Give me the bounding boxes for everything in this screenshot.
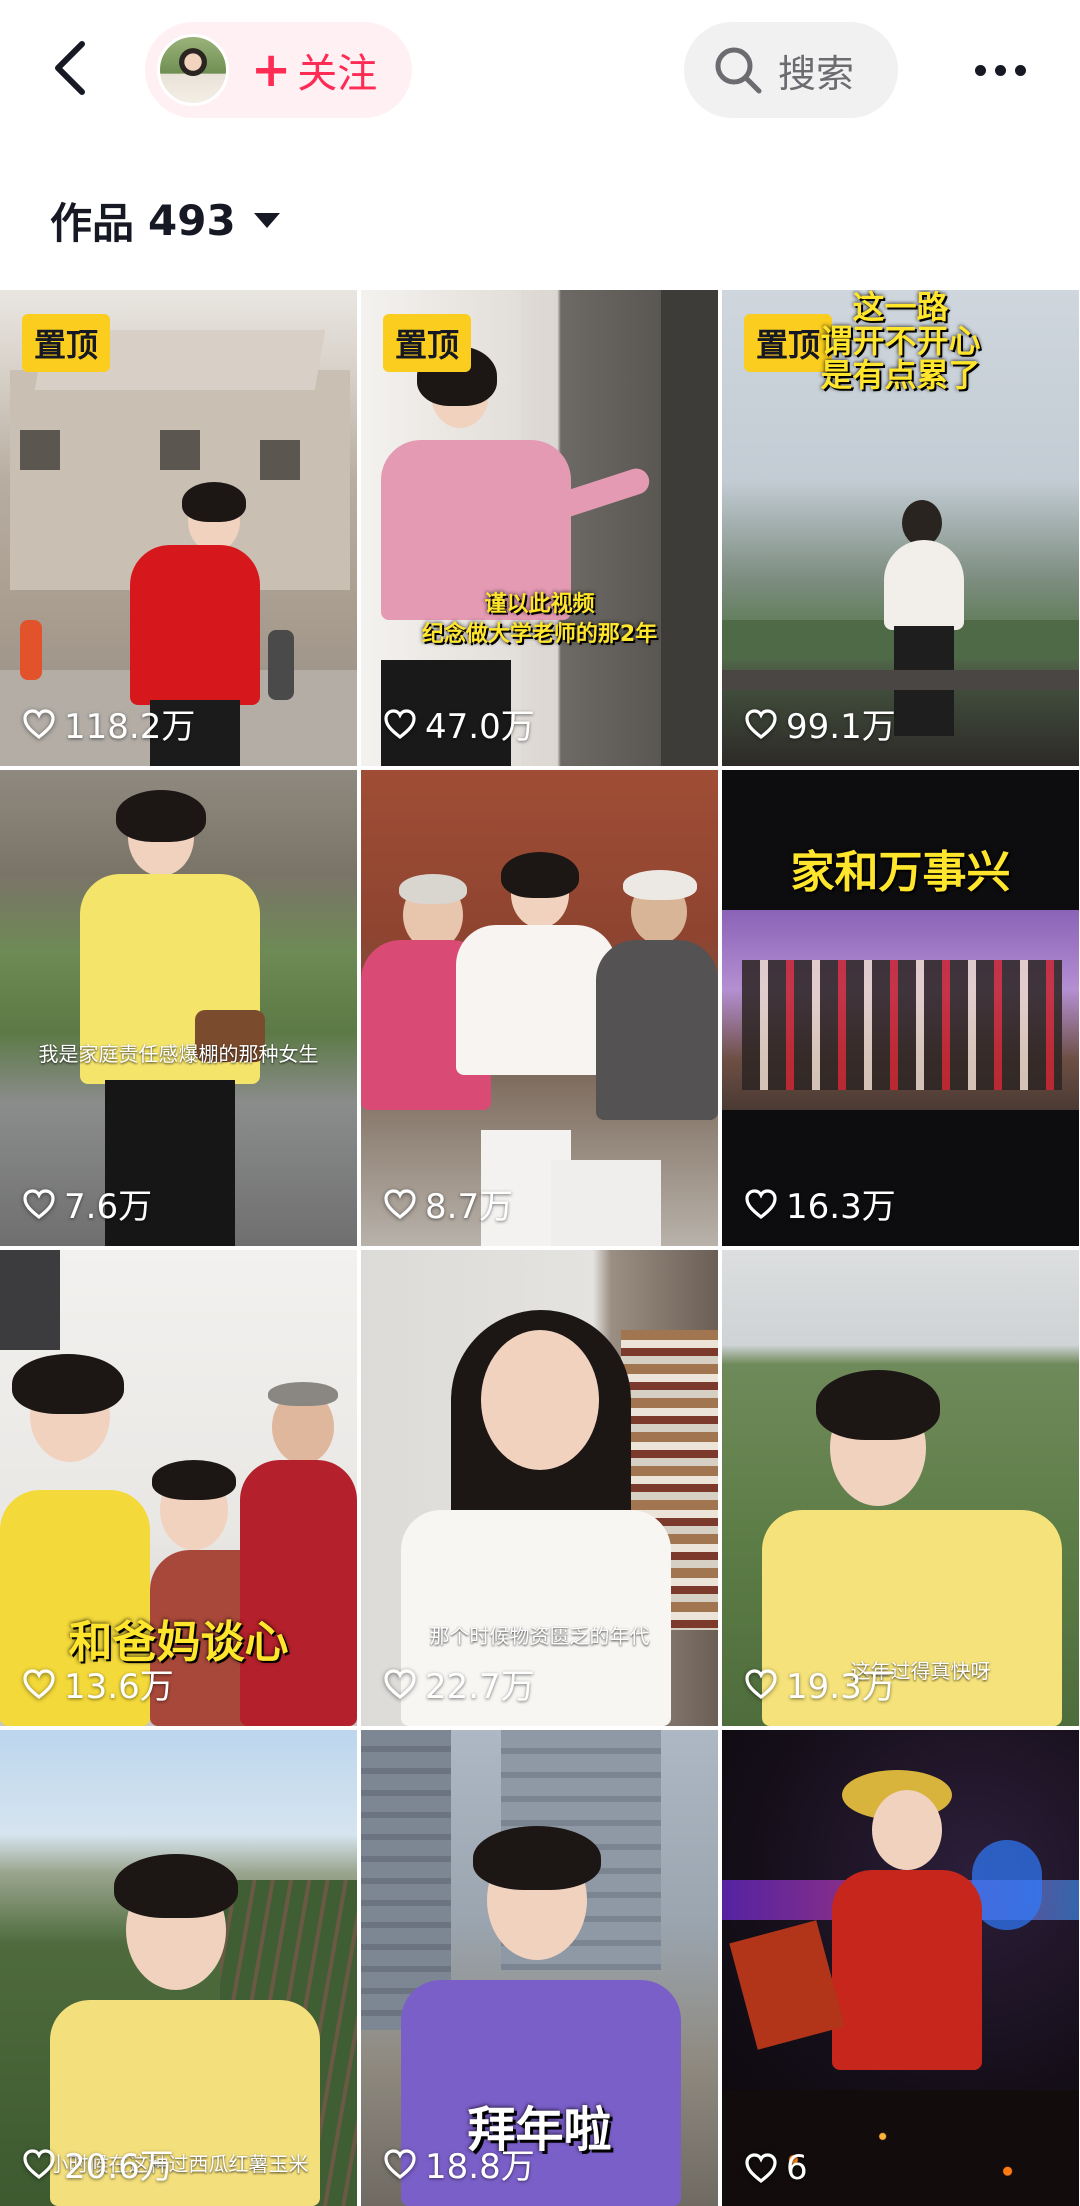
back-arrow-icon <box>55 41 85 95</box>
like-count-label: 13.6万 <box>64 1667 174 1707</box>
video-caption: 谨以此视频 纪念做大学老师的那2年 <box>361 590 718 650</box>
more-dot-icon <box>994 64 1006 76</box>
like-count-label: 7.6万 <box>64 1187 153 1227</box>
more-options-button[interactable] <box>960 40 1040 100</box>
video-grid: 置顶 118.2万 置顶 谨以此视频 纪念做大学老师的那2年 47.0万 置顶 … <box>0 290 1080 2206</box>
like-count: 7.6万 <box>22 1179 152 1228</box>
heart-icon <box>23 708 55 739</box>
video-thumbnail[interactable]: 家和万事兴 16.3万 <box>722 770 1079 1246</box>
more-dot-icon <box>974 64 986 76</box>
caption-line: 纪念做大学老师的那2年 <box>421 622 658 647</box>
video-thumbnail[interactable]: 小时候在这种过西瓜红薯玉米 20.6万 <box>0 1730 357 2206</box>
caption-line: 谨以此视频 <box>484 592 595 617</box>
heart-icon <box>23 1188 55 1219</box>
like-count: 8.7万 <box>383 1179 513 1228</box>
like-count: 99.1万 <box>744 699 896 748</box>
heart-icon <box>745 2153 777 2184</box>
heart-icon <box>745 1668 777 1699</box>
like-count-label: 18.8万 <box>425 2147 535 2187</box>
like-count: 20.6万 <box>22 2139 174 2188</box>
video-thumbnail[interactable]: 置顶 谨以此视频 纪念做大学老师的那2年 47.0万 <box>361 290 718 766</box>
like-count-label: 47.0万 <box>425 707 535 747</box>
like-count-label: 118.2万 <box>64 707 196 747</box>
works-filter-dropdown[interactable]: 作品 493 <box>50 190 280 251</box>
heart-icon <box>384 1188 416 1219</box>
pinned-badge: 置顶 <box>22 314 111 372</box>
like-count: 18.8万 <box>383 2139 535 2188</box>
like-count-label: 8.7万 <box>425 1187 514 1227</box>
back-button[interactable] <box>38 28 102 108</box>
like-count: 16.3万 <box>744 1179 896 1228</box>
profile-follow-pill: + 关注 <box>145 22 412 118</box>
heart-icon <box>23 2148 55 2179</box>
heart-icon <box>23 1668 55 1699</box>
follow-button[interactable]: + 关注 <box>251 41 377 99</box>
top-bar: + 关注 搜索 <box>0 0 1080 150</box>
like-count: 19.3万 <box>744 1659 896 1708</box>
plus-icon: + <box>251 42 292 98</box>
video-subtitle: 我是家庭责任感爆棚的那种女生 <box>38 1042 319 1066</box>
video-thumbnail[interactable]: 这年过得真快呀 19.3万 <box>722 1250 1079 1726</box>
video-thumbnail[interactable]: 8.7万 <box>361 770 718 1246</box>
search-label: 搜索 <box>778 51 855 96</box>
like-count-label: 22.7万 <box>425 1667 535 1707</box>
like-count: 22.7万 <box>383 1659 535 1708</box>
caption-line: 谓开不开心 <box>820 322 981 360</box>
like-count-label: 99.1万 <box>786 707 896 747</box>
more-dot-icon <box>1014 64 1026 76</box>
video-thumbnail[interactable]: 6 <box>722 1730 1079 2206</box>
heart-icon <box>745 708 777 739</box>
like-count: 47.0万 <box>383 699 535 748</box>
works-label: 作品 <box>50 199 135 248</box>
like-count-label: 6 <box>786 2148 808 2188</box>
video-thumbnail[interactable]: 拜年啦 18.8万 <box>361 1730 718 2206</box>
video-thumbnail[interactable]: 置顶 118.2万 <box>0 290 357 766</box>
video-thumbnail[interactable]: 和爸妈谈心 13.6万 <box>0 1250 357 1726</box>
video-thumbnail[interactable]: 置顶 这一路 谓开不开心 是有点累了 99.1万 <box>722 290 1079 766</box>
pinned-badge: 置顶 <box>383 314 472 372</box>
caret-down-icon <box>253 213 280 228</box>
video-thumbnail[interactable]: 我是家庭责任感爆棚的那种女生 7.6万 <box>0 770 357 1246</box>
video-caption: 这一路 谓开不开心 是有点累了 <box>722 290 1079 392</box>
avatar[interactable] <box>157 34 229 106</box>
search-button[interactable]: 搜索 <box>684 22 898 118</box>
caption-line: 这一路 <box>852 290 949 326</box>
video-caption: 家和万事兴 <box>790 847 1011 898</box>
like-count: 6 <box>744 2148 808 2188</box>
heart-icon <box>384 2148 416 2179</box>
like-count: 13.6万 <box>22 1659 174 1708</box>
search-icon <box>715 47 762 94</box>
caption-line: 是有点累了 <box>820 356 981 394</box>
heart-icon <box>384 1668 416 1699</box>
heart-icon <box>384 708 416 739</box>
heart-icon <box>745 1188 777 1219</box>
like-count-label: 16.3万 <box>786 1187 896 1227</box>
video-thumbnail[interactable]: 那个时候物资匮乏的年代 22.7万 <box>361 1250 718 1726</box>
like-count: 118.2万 <box>22 699 195 748</box>
works-count: 493 <box>148 196 236 245</box>
like-count-label: 20.6万 <box>64 2147 174 2187</box>
like-count-label: 19.3万 <box>786 1667 896 1707</box>
follow-label: 关注 <box>297 51 378 97</box>
video-subtitle: 那个时候物资匮乏的年代 <box>429 1624 650 1648</box>
